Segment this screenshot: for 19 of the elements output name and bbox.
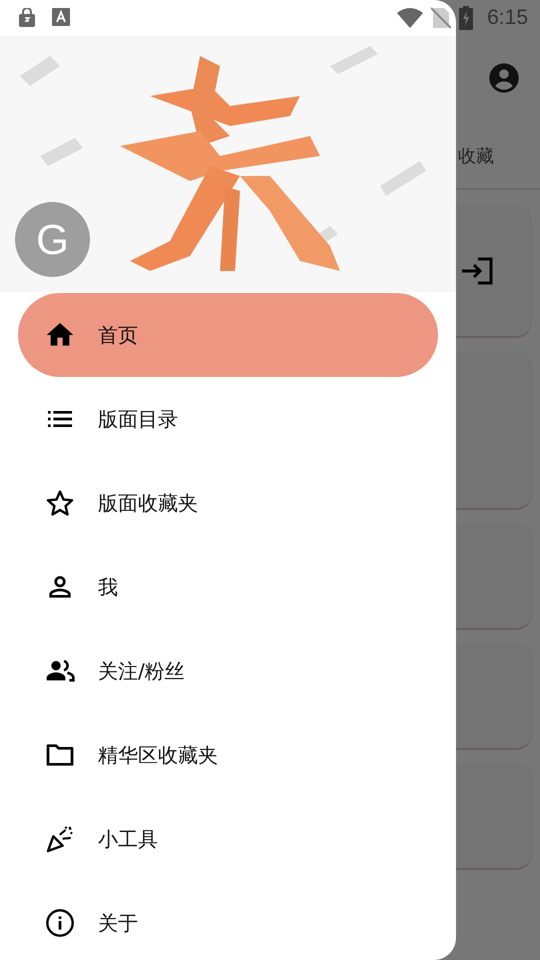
menu-item[interactable]: 精华区收藏夹: [18, 713, 438, 797]
shopping-bag-icon: [18, 8, 36, 28]
status-time: 6:15: [487, 6, 528, 30]
menu-item[interactable]: 关于: [18, 881, 438, 960]
menu-item[interactable]: 版面目录: [18, 377, 438, 461]
info-icon: [44, 907, 76, 939]
account-icon[interactable]: [488, 62, 520, 94]
no-sim-icon: [431, 7, 452, 29]
wifi-icon: [397, 8, 424, 28]
menu-item[interactable]: 关注/粉丝: [18, 629, 438, 713]
tab-label[interactable]: 收藏: [458, 144, 494, 188]
menu-item[interactable]: 小工具: [18, 797, 438, 881]
text-a-icon: [52, 8, 70, 26]
menu-item[interactable]: 首页: [18, 293, 438, 377]
battery-charging-icon: [459, 6, 474, 30]
login-icon[interactable]: [461, 257, 493, 285]
list-card[interactable]: [456, 206, 532, 338]
menu-item[interactable]: 版面收藏夹: [18, 461, 438, 545]
menu-item[interactable]: 我: [18, 545, 438, 629]
